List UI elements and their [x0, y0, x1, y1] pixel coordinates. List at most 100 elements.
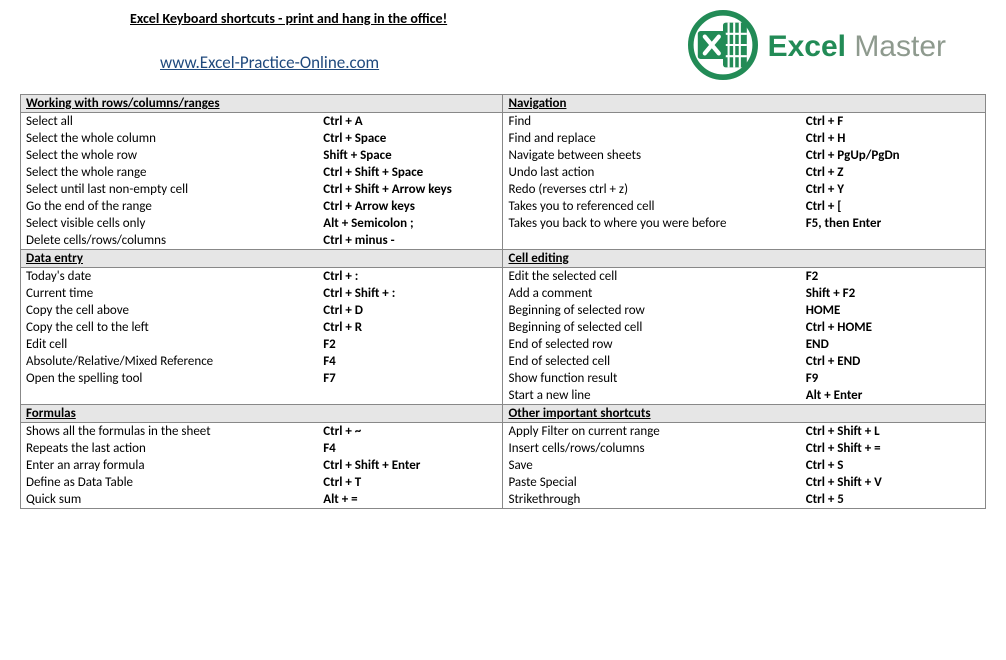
shortcut-key: Ctrl + PgUp/PgDn	[801, 147, 986, 164]
table-row: Absolute/Relative/Mixed ReferenceF4End o…	[21, 353, 986, 370]
shortcut-desc: Redo (reverses ctrl + z)	[503, 181, 801, 198]
row-group-2: Today's dateCtrl + :Edit the selected ce…	[21, 268, 986, 405]
shortcut-desc: Select the whole column	[21, 130, 319, 147]
shortcut-key: Ctrl + ~	[318, 423, 503, 441]
shortcut-key: Ctrl + Arrow keys	[318, 198, 503, 215]
shortcut-key: Ctrl + H	[801, 130, 986, 147]
shortcut-desc: Strikethrough	[503, 491, 801, 509]
table-row: Copy the cell aboveCtrl + DBeginning of …	[21, 302, 986, 319]
table-row: Repeats the last actionF4Insert cells/ro…	[21, 440, 986, 457]
logo: Excel Master	[688, 10, 946, 84]
shortcut-key: Ctrl + Y	[801, 181, 986, 198]
section-header-cell-editing: Cell editing	[503, 250, 986, 268]
shortcut-desc: End of selected row	[503, 336, 801, 353]
shortcut-desc: Today's date	[21, 268, 319, 286]
shortcut-desc: Repeats the last action	[21, 440, 319, 457]
shortcut-key: F4	[318, 353, 503, 370]
logo-word-text: Master	[854, 30, 946, 63]
shortcut-desc: Select the whole range	[21, 164, 319, 181]
shortcut-key: F9	[801, 370, 986, 387]
shortcut-key: F7	[318, 370, 503, 387]
shortcut-key: Ctrl + Z	[801, 164, 986, 181]
shortcut-key: Ctrl + :	[318, 268, 503, 286]
shortcut-key: Ctrl + Shift + Space	[318, 164, 503, 181]
shortcut-desc: End of selected cell	[503, 353, 801, 370]
table-row: Edit cellF2End of selected rowEND	[21, 336, 986, 353]
shortcut-key: END	[801, 336, 986, 353]
website-link[interactable]: www.Excel-Practice-Online.com	[160, 52, 379, 73]
shortcut-desc: Show function result	[503, 370, 801, 387]
section-header-other: Other important shortcuts	[503, 405, 986, 423]
shortcut-key: Shift + F2	[801, 285, 986, 302]
shortcut-key: Ctrl + F	[801, 113, 986, 131]
shortcut-desc: Find and replace	[503, 130, 801, 147]
row-group-3: Shows all the formulas in the sheetCtrl …	[21, 423, 986, 509]
shortcut-key: Ctrl + Shift + Arrow keys	[318, 181, 503, 198]
shortcut-key: Ctrl + HOME	[801, 319, 986, 336]
shortcut-key: Ctrl + Shift + L	[801, 423, 986, 441]
table-row: Quick sumAlt + =StrikethroughCtrl + 5	[21, 491, 986, 509]
shortcut-key: Alt + Enter	[801, 387, 986, 405]
shortcut-desc: Select visible cells only	[21, 215, 319, 232]
shortcut-key: HOME	[801, 302, 986, 319]
shortcut-desc: Takes you back to where you were before	[503, 215, 801, 232]
shortcut-desc: Select all	[21, 113, 319, 131]
table-row: Select the whole rowShift + SpaceNavigat…	[21, 147, 986, 164]
shortcut-desc: Current time	[21, 285, 319, 302]
table-row: Go the end of the rangeCtrl + Arrow keys…	[21, 198, 986, 215]
shortcut-key: Ctrl + D	[318, 302, 503, 319]
shortcut-desc: Define as Data Table	[21, 474, 319, 491]
shortcut-desc: Beginning of selected row	[503, 302, 801, 319]
shortcut-key: Alt + =	[318, 491, 503, 509]
shortcut-key: Ctrl + Shift + :	[318, 285, 503, 302]
shortcut-key: Alt + Semicolon ;	[318, 215, 503, 232]
shortcut-desc: Find	[503, 113, 801, 131]
table-row: Select visible cells onlyAlt + Semicolon…	[21, 215, 986, 232]
page-title: Excel Keyboard shortcuts - print and han…	[130, 10, 688, 27]
shortcut-key: Ctrl + END	[801, 353, 986, 370]
shortcut-desc: Edit the selected cell	[503, 268, 801, 286]
table-row: Shows all the formulas in the sheetCtrl …	[21, 423, 986, 441]
section-header-formulas: Formulas	[21, 405, 503, 423]
table-row: Today's dateCtrl + :Edit the selected ce…	[21, 268, 986, 286]
shortcut-desc	[21, 387, 319, 405]
shortcut-desc: Shows all the formulas in the sheet	[21, 423, 319, 441]
shortcut-key: Ctrl + minus -	[318, 232, 503, 250]
section-header-data-entry: Data entry	[21, 250, 503, 268]
shortcut-desc: Quick sum	[21, 491, 319, 509]
shortcut-desc: Beginning of selected cell	[503, 319, 801, 336]
shortcut-key: F2	[801, 268, 986, 286]
table-row: Open the spelling toolF7Show function re…	[21, 370, 986, 387]
shortcut-key: Ctrl + Shift + V	[801, 474, 986, 491]
shortcut-key: Ctrl + 5	[801, 491, 986, 509]
shortcut-key: Ctrl + S	[801, 457, 986, 474]
header: Excel Keyboard shortcuts - print and han…	[20, 10, 986, 84]
shortcut-desc: Insert cells/rows/columns	[503, 440, 801, 457]
shortcut-desc: Copy the cell to the left	[21, 319, 319, 336]
shortcut-desc: Go the end of the range	[21, 198, 319, 215]
excel-master-icon	[688, 10, 758, 84]
shortcut-desc: Select the whole row	[21, 147, 319, 164]
shortcut-desc: Paste Special	[503, 474, 801, 491]
shortcut-desc: Save	[503, 457, 801, 474]
table-row: Select the whole columnCtrl + SpaceFind …	[21, 130, 986, 147]
shortcut-desc: Edit cell	[21, 336, 319, 353]
table-row: Select until last non-empty cellCtrl + S…	[21, 181, 986, 198]
shortcut-key: Ctrl + Shift + =	[801, 440, 986, 457]
shortcut-key: Ctrl + Space	[318, 130, 503, 147]
shortcut-key: Shift + Space	[318, 147, 503, 164]
table-row: Delete cells/rows/columnsCtrl + minus -	[21, 232, 986, 250]
shortcuts-table: Working with rows/columns/ranges Navigat…	[20, 94, 986, 509]
shortcut-key: Ctrl + [	[801, 198, 986, 215]
shortcut-desc: Select until last non-empty cell	[21, 181, 319, 198]
shortcut-desc: Navigate between sheets	[503, 147, 801, 164]
shortcut-key: Ctrl + R	[318, 319, 503, 336]
shortcut-desc: Enter an array formula	[21, 457, 319, 474]
shortcut-key: F4	[318, 440, 503, 457]
shortcut-desc: Start a new line	[503, 387, 801, 405]
table-row: Start a new lineAlt + Enter	[21, 387, 986, 405]
table-row: Select the whole rangeCtrl + Shift + Spa…	[21, 164, 986, 181]
shortcut-desc: Undo last action	[503, 164, 801, 181]
shortcut-desc: Copy the cell above	[21, 302, 319, 319]
row-group-1: Select allCtrl + AFindCtrl + FSelect the…	[21, 113, 986, 250]
